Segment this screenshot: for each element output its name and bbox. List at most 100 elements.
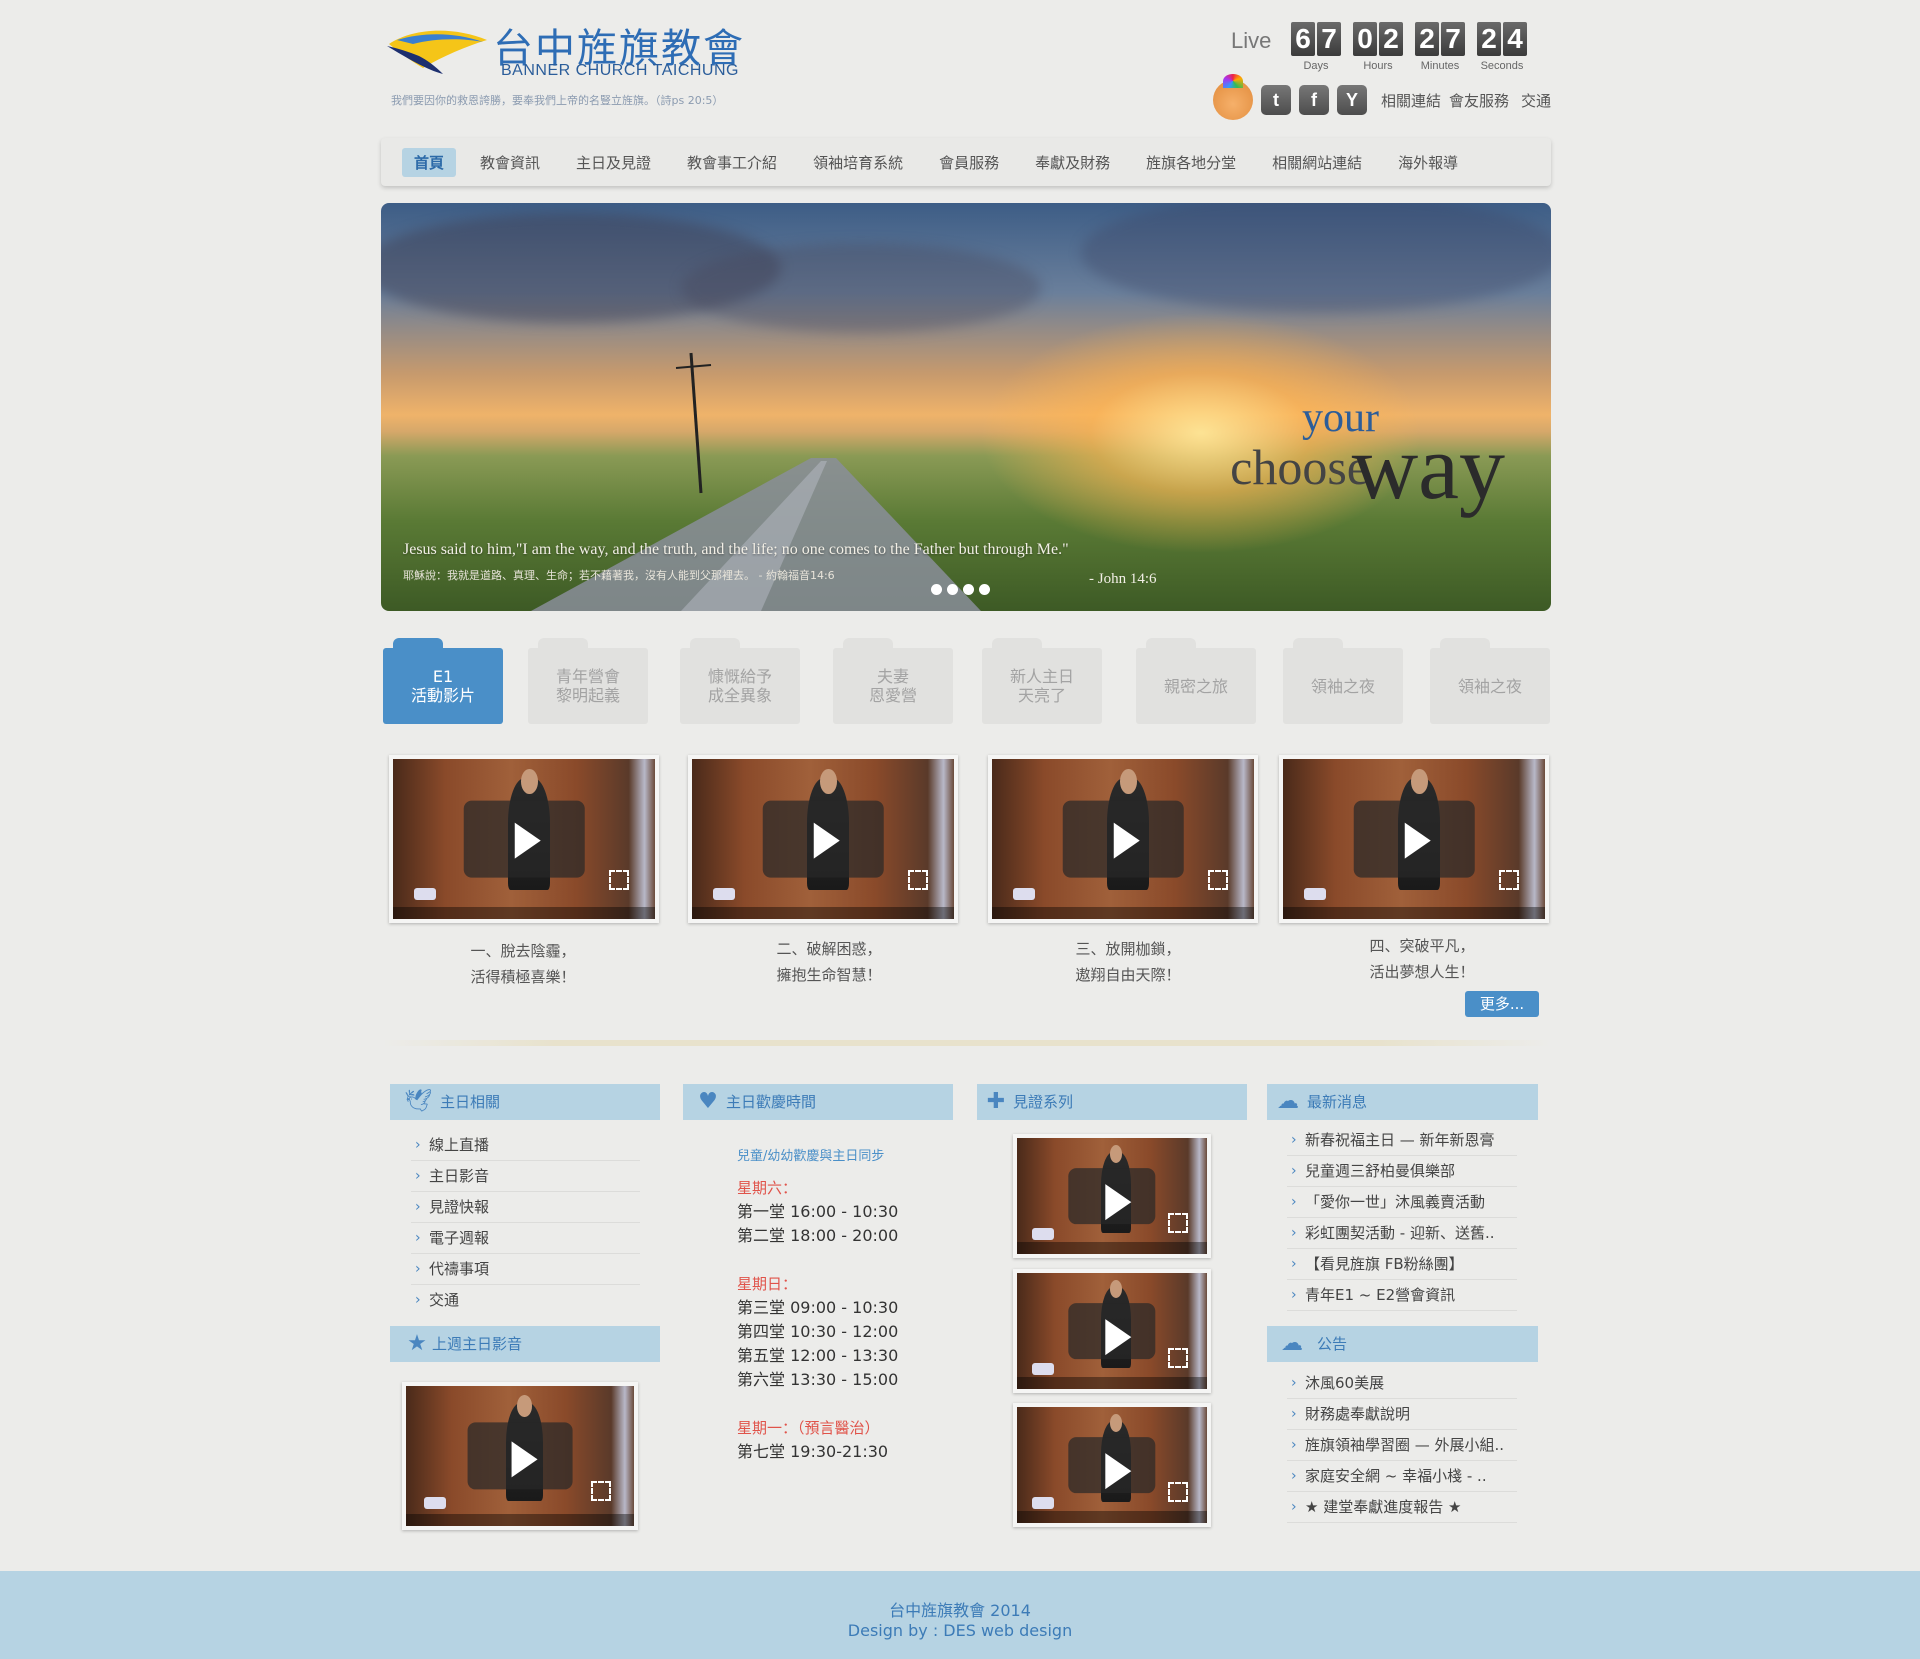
category-tab-intimacy[interactable]: 親密之旅 <box>1136 638 1256 724</box>
category-tab-line: 領袖之夜 <box>1310 676 1375 696</box>
logo-subtitle: BANNER CHURCH TAICHUNG <box>501 62 739 79</box>
nav-home[interactable]: 首頁 <box>402 147 457 177</box>
youtube-icon[interactable]: Y <box>1336 85 1367 115</box>
list-item[interactable]: 旌旗領袖學習圈 — 外展小組.. <box>1287 1430 1517 1461</box>
banner-word-way: way <box>1351 416 1505 518</box>
nav-leadership[interactable]: 領袖培育系統 <box>801 148 915 177</box>
category-tab-leaders-night-2[interactable]: 領袖之夜 <box>1430 638 1550 724</box>
fullscreen-icon[interactable] <box>907 870 928 891</box>
countdown-digit: 0 <box>1353 22 1377 56</box>
play-icon[interactable] <box>1068 1303 1156 1359</box>
panel-header-schedule: ♥ 主日歡慶時間 <box>683 1084 953 1120</box>
twitter-icon[interactable]: t <box>1260 85 1291 115</box>
list-item[interactable]: 沐風60美展 <box>1287 1368 1517 1399</box>
nav-overseas[interactable]: 海外報導 <box>1386 148 1470 177</box>
video-caption[interactable]: 二、破解困惑， 擁抱生命智慧！ <box>699 936 959 988</box>
panel-header-sunday: 🕊 主日相關 <box>390 1084 660 1120</box>
notice-list: 沐風60美展 財務處奉獻說明 旌旗領袖學習圈 — 外展小組.. 家庭安全網 ~ … <box>1287 1368 1517 1523</box>
list-item[interactable]: 交通 <box>411 1285 640 1316</box>
top-link-transport[interactable]: 交通 <box>1521 90 1551 111</box>
fullscreen-icon[interactable] <box>608 870 629 891</box>
fullscreen-icon[interactable] <box>1168 1482 1188 1503</box>
category-tab-line: 慷慨給予 <box>707 667 772 686</box>
countdown-unit: Days <box>1303 60 1329 72</box>
nav-offering[interactable]: 奉獻及財務 <box>1023 148 1122 177</box>
camera-icon <box>1032 1228 1055 1241</box>
category-tab-newcomer[interactable]: 新人主日 天亮了 <box>982 638 1102 724</box>
hero-banner[interactable]: your choose way Jesus said to him,"I am … <box>381 203 1551 611</box>
slider-dot[interactable] <box>979 584 990 595</box>
list-item[interactable]: ★ 建堂奉獻進度報告 ★ <box>1287 1492 1517 1523</box>
nav-ministries[interactable]: 教會事工介紹 <box>675 148 789 177</box>
list-item[interactable]: 兒童週三舒柏曼俱樂部 <box>1287 1156 1517 1187</box>
nav-branches[interactable]: 旌旗各地分堂 <box>1134 148 1248 177</box>
play-icon[interactable] <box>762 800 884 878</box>
category-tab-youth-camp[interactable]: 青年營會 黎明起義 <box>528 638 648 724</box>
video-thumbnail[interactable] <box>1013 1269 1211 1393</box>
video-thumbnail[interactable] <box>1013 1134 1211 1258</box>
play-icon[interactable] <box>1068 1437 1156 1493</box>
list-item[interactable]: 主日影音 <box>411 1161 640 1192</box>
list-item[interactable]: 電子週報 <box>411 1223 640 1254</box>
list-item[interactable]: 線上直播 <box>411 1130 640 1161</box>
panel-header-last-week: ★ 上週主日影音 <box>390 1326 660 1362</box>
video-thumbnail[interactable] <box>1013 1403 1211 1527</box>
video-caption-line: 四、突破平凡， <box>1369 937 1475 955</box>
category-tab-leaders-night-1[interactable]: 領袖之夜 <box>1283 638 1403 724</box>
play-icon[interactable] <box>1353 800 1475 878</box>
heart-icon: ♥ <box>698 1089 718 1114</box>
list-item[interactable]: 代禱事項 <box>411 1254 640 1285</box>
play-icon[interactable] <box>463 800 585 878</box>
list-item[interactable]: 家庭安全網 ~ 幸福小棧 - .. <box>1287 1461 1517 1492</box>
slider-dot[interactable] <box>947 584 958 595</box>
live-countdown[interactable]: Live 67 Days 02 Hours 27 Minutes 24 Seco… <box>1231 22 1551 82</box>
nav-sunday-testimony[interactable]: 主日及見證 <box>564 148 663 177</box>
top-link-member-service[interactable]: 會友服務 <box>1449 90 1509 111</box>
top-link-related[interactable]: 相關連結 <box>1381 90 1441 111</box>
video-caption[interactable]: 一、脫去陰霾， 活得積極喜樂！ <box>393 938 653 990</box>
video-caption-bar <box>1017 1511 1207 1523</box>
play-icon[interactable] <box>1068 1168 1156 1224</box>
fullscreen-icon[interactable] <box>1498 870 1519 891</box>
list-item[interactable]: 財務處奉獻說明 <box>1287 1399 1517 1430</box>
more-videos-button[interactable]: 更多... <box>1465 991 1539 1017</box>
fullscreen-icon[interactable] <box>1168 1213 1188 1234</box>
kids-mascot-icon[interactable] <box>1212 74 1253 120</box>
fullscreen-icon[interactable] <box>1168 1348 1188 1369</box>
video-caption[interactable]: 三、放開枷鎖， 遨翔自由天際！ <box>998 936 1258 988</box>
site-footer: 台中旌旗教會 2014 Design by : DES web design <box>0 1571 1920 1659</box>
video-caption-line: 擁抱生命智慧！ <box>776 966 882 984</box>
list-item[interactable]: 彩虹團契活動 - 迎新、送舊.. <box>1287 1218 1517 1249</box>
category-tab-e1[interactable]: E1 活動影片 <box>383 638 503 724</box>
list-item[interactable]: 新春祝福主日 — 新年新恩膏 <box>1287 1125 1517 1156</box>
slider-dot[interactable] <box>931 584 942 595</box>
schedule-time: 第四堂 10:30 - 12:00 <box>737 1322 899 1341</box>
fullscreen-icon[interactable] <box>591 1480 612 1501</box>
list-item[interactable]: 見證快報 <box>411 1192 640 1223</box>
nav-church-info[interactable]: 教會資訊 <box>468 148 552 177</box>
star-icon: ★ <box>407 1331 427 1356</box>
play-icon[interactable] <box>1062 800 1184 878</box>
play-icon[interactable] <box>467 1422 573 1490</box>
list-item[interactable]: 「愛你一世」沐風義賣活動 <box>1287 1187 1517 1218</box>
list-item[interactable]: 【看見旌旗 FB粉絲團】 <box>1287 1249 1517 1280</box>
video-thumbnail[interactable] <box>688 755 958 923</box>
category-tab-giving[interactable]: 慷慨給予 成全異象 <box>680 638 800 724</box>
nav-member-service[interactable]: 會員服務 <box>927 148 1011 177</box>
footer-credit[interactable]: Design by : DES web design <box>0 1621 1920 1641</box>
slider-dot[interactable] <box>963 584 974 595</box>
category-tab-couples[interactable]: 夫妻 恩愛營 <box>833 638 953 724</box>
facebook-icon[interactable]: f <box>1298 85 1329 115</box>
category-tab-line: 天亮了 <box>1017 686 1066 705</box>
video-caption-line: 遨翔自由天際！ <box>1075 966 1181 984</box>
countdown-digit: 6 <box>1291 22 1315 56</box>
video-thumbnail[interactable] <box>1279 755 1549 923</box>
list-item[interactable]: 青年E1 ~ E2營會資訊 <box>1287 1280 1517 1311</box>
fullscreen-icon[interactable] <box>1207 870 1228 891</box>
nav-related-sites[interactable]: 相關網站連結 <box>1260 148 1374 177</box>
video-thumbnail[interactable] <box>402 1382 638 1530</box>
site-logo[interactable]: 台中旌旗教會 BANNER CHURCH TAICHUNG 我們要因你的救恩誇勝… <box>381 16 781 116</box>
video-thumbnail[interactable] <box>389 755 659 923</box>
video-caption[interactable]: 四、突破平凡， 活出夢想人生！ <box>1292 933 1552 985</box>
video-thumbnail[interactable] <box>988 755 1258 923</box>
